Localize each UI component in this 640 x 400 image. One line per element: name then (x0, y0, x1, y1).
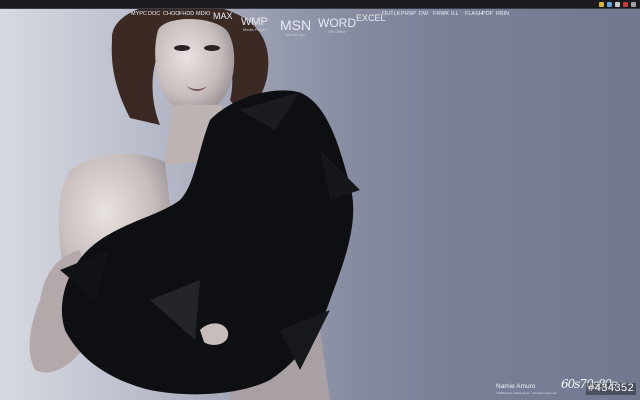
signature-fine-print: ©2008 avex marketing inc. All rights res… (496, 391, 558, 395)
launcher-label: MAX (213, 11, 233, 21)
launcher-mypc[interactable]: MYPC (131, 11, 147, 17)
tray-icon-0[interactable] (599, 1, 604, 7)
launcher-flash[interactable]: FLASH (465, 11, 483, 17)
launcher-fhdd[interactable]: FHDD (179, 11, 194, 17)
launcher-dw[interactable]: DW (419, 11, 428, 17)
launcher-phsp[interactable]: PHSP (401, 11, 416, 17)
wallpaper-portrait (0, 0, 360, 400)
system-tray (599, 0, 636, 8)
desktop: MYPC DOC CHOO FHDD MDIO MAX WMP Media Player MS… (0, 0, 640, 400)
launcher-wmp[interactable]: WMP Media Player (241, 16, 268, 32)
launcher-msn[interactable]: MSN Messenger (280, 17, 311, 37)
launcher-choo[interactable]: CHOO (163, 11, 180, 17)
tray-icon-2[interactable] (615, 1, 620, 7)
tray-icon-4[interactable] (631, 1, 636, 7)
launcher-mdio[interactable]: MDIO (196, 11, 210, 17)
wallpaper-signature: Namie Amuro ©2008 avex marketing inc. Al… (496, 383, 557, 395)
launcher-rbin[interactable]: RBIN (496, 11, 509, 17)
launcher-outlk[interactable]: OUTLK (382, 11, 400, 17)
launcher-ill[interactable]: ILL (451, 11, 459, 17)
launcher-doc[interactable]: DOC (148, 11, 160, 17)
launcher-label: MSN (280, 17, 312, 33)
image-watermark: #434352 (585, 383, 636, 395)
launcher-frwk[interactable]: FRWK (433, 11, 449, 17)
tray-icon-3[interactable] (623, 1, 628, 7)
launcher-label: WORD (318, 16, 356, 30)
launcher-word[interactable]: WORD MS Office (318, 16, 356, 34)
top-taskbar (0, 0, 640, 9)
signature-name: Namie Amuro (496, 383, 536, 390)
launcher-max[interactable]: MAX (213, 11, 233, 21)
launcher-sublabel: Media Player (242, 27, 267, 32)
launcher-pdf[interactable]: PDF (482, 11, 493, 17)
tray-icon-1[interactable] (607, 1, 612, 7)
